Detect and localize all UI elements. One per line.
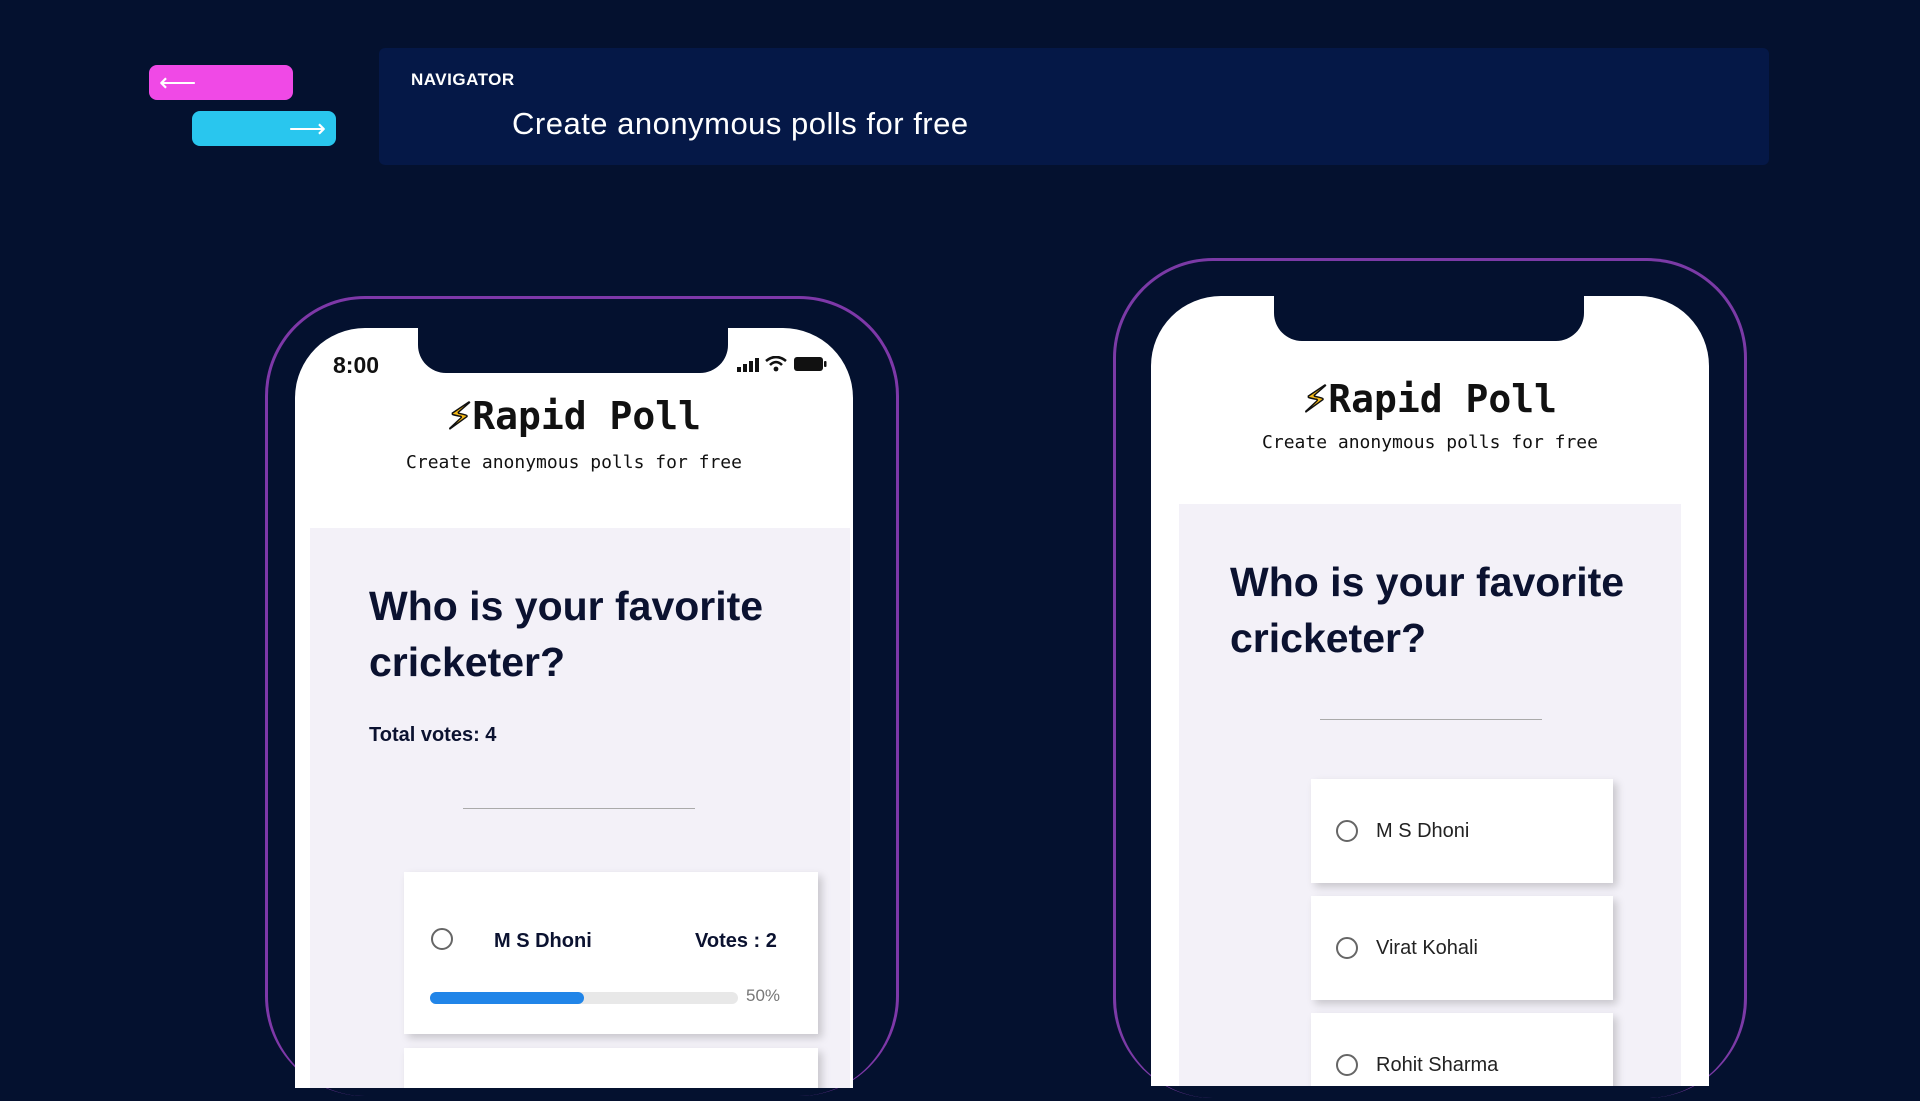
navigator-panel: NAVIGATOR Create anonymous polls for fre… [379, 48, 1769, 165]
navigator-title: Create anonymous polls for free [512, 106, 969, 141]
result-option[interactable]: M S Dhoni Votes : 2 50% [404, 872, 818, 1034]
poll-card: Who is your favorite cricketer? Total vo… [310, 528, 850, 1088]
option-dhoni[interactable]: M S Dhoni [1311, 779, 1613, 883]
battery-icon [794, 357, 827, 371]
option-label: M S Dhoni [1376, 820, 1470, 842]
navigator-label: NAVIGATOR [411, 70, 515, 89]
forward-button[interactable]: ⟶ [192, 111, 336, 146]
poll-question: Who is your favorite cricketer? [1230, 559, 1625, 661]
radio-button[interactable] [1336, 820, 1358, 842]
phone-notch [1274, 296, 1584, 341]
option-rohit[interactable]: Rohit Sharma [1311, 1013, 1613, 1086]
arrow-left-icon: ⟵ [159, 67, 197, 97]
total-votes: Total votes: 4 [369, 724, 497, 746]
poll-question: Who is your favorite cricketer? [369, 583, 764, 685]
app-title: ⚡Rapid Poll [1302, 372, 1558, 423]
app-subtitle: Create anonymous polls for free [406, 452, 742, 473]
radio-button[interactable] [1336, 1054, 1358, 1076]
status-time: 8:00 [333, 352, 380, 378]
option-label: Rohit Sharma [1376, 1054, 1499, 1076]
vote-progress-bar [430, 992, 738, 1004]
option-votes: Votes : 2 [695, 930, 777, 952]
back-button[interactable]: ⟵ [149, 65, 293, 100]
divider [1320, 719, 1542, 720]
right-phone-screen: ⚡Rapid Poll Create anonymous polls for f… [1151, 296, 1709, 1086]
signal-icon [737, 358, 759, 372]
radio-button[interactable] [1336, 937, 1358, 959]
result-option[interactable] [404, 1048, 818, 1088]
arrow-right-icon: ⟶ [288, 113, 326, 143]
app-subtitle: Create anonymous polls for free [1262, 432, 1598, 453]
poll-card: Who is your favorite cricketer? M S Dhon… [1179, 504, 1681, 1086]
divider [463, 808, 695, 809]
option-kohali[interactable]: Virat Kohali [1311, 896, 1613, 1000]
vote-progress-fill [430, 992, 584, 1004]
vote-percent: 50% [746, 986, 781, 1005]
lightning-icon: ⚡ [1302, 372, 1329, 423]
left-phone-screen: 8:00 ⚡Rapid Poll Create anonymous polls … [295, 328, 853, 1088]
option-label: M S Dhoni [494, 930, 592, 952]
status-icons [737, 356, 827, 372]
radio-button[interactable] [431, 928, 453, 950]
phone-notch [418, 328, 728, 373]
wifi-icon [765, 356, 787, 372]
lightning-icon: ⚡ [446, 389, 473, 440]
app-title: ⚡Rapid Poll [446, 389, 702, 440]
option-label: Virat Kohali [1376, 937, 1478, 959]
